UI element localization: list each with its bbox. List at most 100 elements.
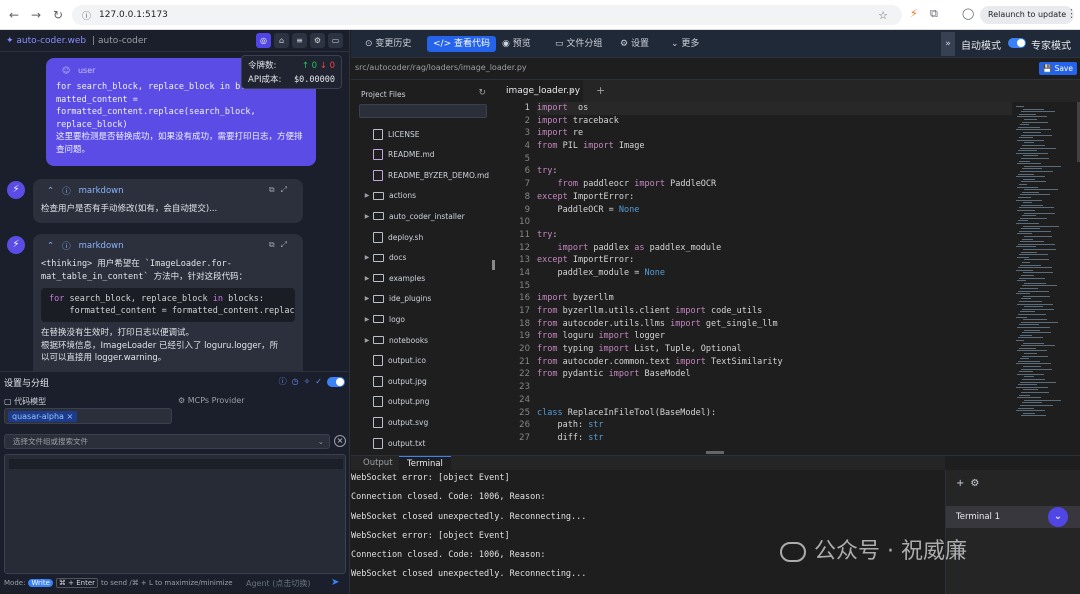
folder-icon [373,212,384,221]
tab-settings[interactable]: ⚙ 设置 [614,36,655,52]
copy-expand-icons[interactable]: ⧉⤢ [269,240,293,250]
send-icon[interactable]: ➤ [331,577,339,588]
tree-item[interactable]: output.txt [353,435,494,451]
bookmark-star-icon[interactable]: ☆ [878,9,888,22]
tree-scrollbar[interactable] [492,260,495,270]
expand-caret-icon[interactable]: ▶ [361,275,373,282]
add-tab-icon[interactable]: + [596,80,605,102]
model-select[interactable]: quasar-alpha × [4,408,172,424]
list-icon[interactable]: ≡ [292,33,307,48]
tree-item[interactable]: ▶ auto_coder_installer [353,208,494,224]
save-button[interactable]: 💾 Save [1038,62,1077,75]
mode-toggle[interactable]: Write [28,579,53,587]
tree-item[interactable]: ▶ notebooks [353,332,494,348]
home-icon[interactable]: ⌂ [274,33,289,48]
refresh-icon[interactable]: ↻ [478,88,486,98]
code-content[interactable]: import os import traceback import re from P… [537,102,1012,445]
expand-caret-icon[interactable]: ▶ [361,316,373,323]
settings-toggle[interactable] [327,376,345,387]
tree-item[interactable]: LICENSE [353,126,494,142]
collapse-panel-icon[interactable]: » [941,32,955,56]
terminal-actions[interactable]: +⚙ [956,478,985,489]
editor-tab[interactable]: image_loader.py × [496,80,583,102]
tree-item[interactable]: ▶ docs [353,250,494,266]
prompt-input[interactable] [4,454,346,574]
mode-switch[interactable] [1008,38,1026,48]
file-icon [373,231,383,243]
tab-history[interactable]: ⊙ 变更历史 [359,36,417,52]
code-line: except ImportError: [537,255,635,266]
collapse-icon[interactable]: ⌃ [47,186,54,196]
relaunch-button[interactable]: Relaunch to update [980,6,1075,24]
tree-item[interactable]: deploy.sh [353,229,494,245]
agent-toggle[interactable]: Agent (点击切换) [246,578,310,589]
profile-avatar-icon[interactable]: ◯ [962,7,974,20]
terminal-line: WebSocket closed unexpectedly. Reconnect… [351,569,587,580]
extensions-icon[interactable]: ⧉ [930,7,938,21]
minimap[interactable] [1014,102,1076,455]
expand-caret-icon[interactable]: ▶ [361,192,373,199]
panel-icon[interactable]: ▭ [328,33,343,48]
code-line: from autocoder.common.text import TextSi… [537,356,783,367]
clear-icon[interactable]: × [334,435,346,447]
settings-icon[interactable]: ⚙ [310,33,325,48]
line-number: 24 [519,394,530,405]
reload-icon[interactable]: ↻ [50,8,66,22]
line-number: 9 [524,204,530,215]
tab-mcp-provider[interactable]: ⚙ MCPs Provider [178,396,245,405]
file-group-select[interactable]: 选择文件组或搜索文件 ⌄ [4,434,330,449]
minimap-line [1018,407,1034,409]
scroll-down-icon[interactable]: ⌄ [1048,507,1068,527]
expand-caret-icon[interactable]: ▶ [361,213,373,220]
chat-icon[interactable]: ◎ [256,33,271,48]
expand-caret-icon[interactable]: ▶ [361,295,373,302]
tab-preview[interactable]: ◉ 预览 [496,36,537,52]
forward-icon[interactable]: → [28,8,44,22]
file-icon [373,396,383,408]
line-number: 25 [519,407,530,418]
code-line: import byzerllm [537,293,614,304]
minimap-line [1019,184,1027,185]
minimap-line [1016,176,1045,178]
tree-item[interactable]: ▶ logo [353,311,494,327]
history-icon[interactable]: ◷ [292,377,299,386]
resize-handle[interactable] [706,451,724,454]
tree-search-input[interactable] [359,104,487,118]
tree-item[interactable]: ▶ actions [353,188,494,204]
minimap-line [1016,152,1048,154]
browser-menu-icon[interactable]: ⋮ [1066,7,1077,20]
terminal-output[interactable]: WebSocket error: [object Event] Connectio… [351,471,945,587]
site-info-icon[interactable]: ⓘ [82,9,91,22]
close-tab-icon[interactable]: × [568,80,575,102]
minimap-line [1020,288,1038,289]
tree-item[interactable]: output.jpg [353,373,494,389]
tab-more[interactable]: ⌄ 更多 [665,36,705,52]
copy-expand-icons[interactable]: ⧉⤢ [269,185,293,195]
tree-item[interactable]: README.md [353,147,494,163]
tab-code-model[interactable]: ▢ 代码模型 [4,396,46,407]
extension-bolt-icon[interactable]: ⚡ [910,7,918,20]
expand-caret-icon[interactable]: ▶ [361,254,373,261]
magic-icon[interactable]: ✧ [304,377,311,386]
minimap-line [1016,293,1030,295]
tree-item[interactable]: output.png [353,394,494,410]
tree-item-label: LICENSE [388,129,420,139]
model-chip[interactable]: quasar-alpha × [8,411,78,422]
tree-item[interactable]: output.ico [353,353,494,369]
check-icon[interactable]: ✓ [315,377,322,386]
tab-view-code[interactable]: </> 查看代码 [427,36,496,52]
tab-output[interactable]: Output [355,456,401,470]
collapse-icon[interactable]: ⌃ [47,241,54,251]
help-icon[interactable]: ⓘ [279,376,287,387]
back-icon[interactable]: ← [6,8,22,22]
minimap-line [1017,233,1032,235]
shortcut-key: ⌘ + Enter [55,578,99,588]
tree-item[interactable]: ▶ examples [353,270,494,286]
tab-terminal[interactable]: Terminal [399,456,451,470]
tree-item[interactable]: ▶ ide_plugins [353,291,494,307]
expand-caret-icon[interactable]: ▶ [361,337,373,344]
tree-item[interactable]: README_BYZER_DEMO.md [353,167,494,183]
tree-item[interactable]: output.svg [353,414,494,430]
tab-file-groups[interactable]: ▭ 文件分组 [549,36,608,52]
address-bar[interactable]: ⓘ 127.0.0.1:5173 ☆ [72,5,902,25]
